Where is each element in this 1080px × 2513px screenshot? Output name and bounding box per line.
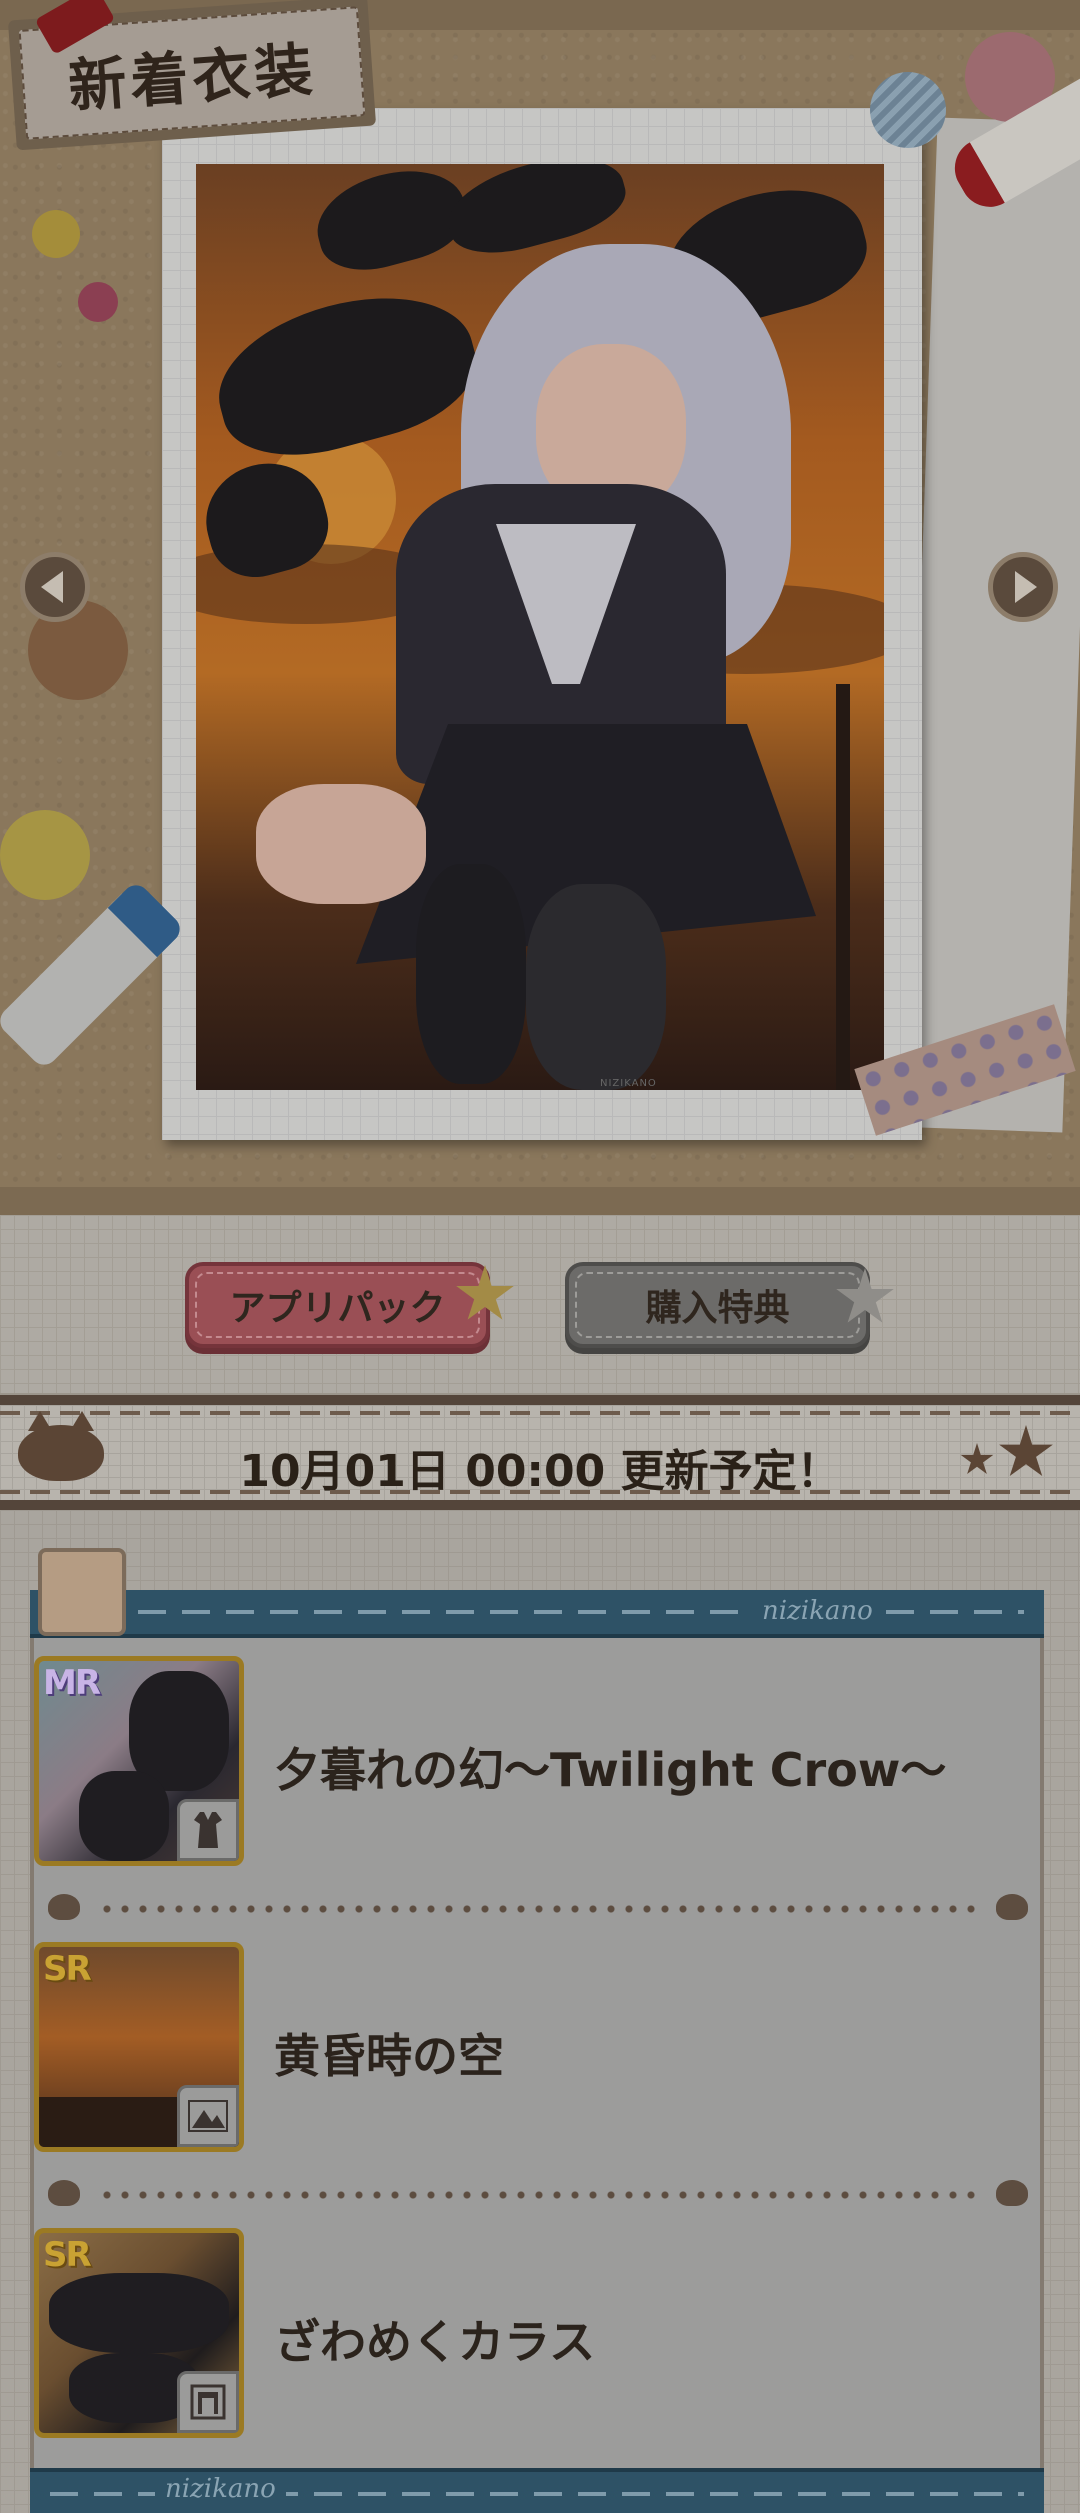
character-leg bbox=[416, 864, 526, 1084]
item-name: ざわめくカラス bbox=[274, 2315, 596, 2369]
pink-bead-decoration bbox=[78, 282, 118, 322]
rarity-badge: SR bbox=[43, 1949, 92, 1989]
binder-clip-icon bbox=[38, 1548, 126, 1636]
artwork-watermark: NIZIKANO bbox=[600, 1078, 657, 1089]
brand-logo-bottom: nizikano bbox=[155, 2474, 286, 2504]
item-thumbnail: SR bbox=[34, 2228, 244, 2438]
tab-app-pack[interactable]: アプリパック bbox=[185, 1262, 490, 1348]
duck-icon bbox=[996, 1894, 1028, 1920]
triangle-left-icon bbox=[41, 571, 63, 603]
item-name: 黄昏時の空 bbox=[274, 2029, 504, 2083]
dotted-line bbox=[98, 2191, 978, 2199]
item-thumbnail: MR bbox=[34, 1656, 244, 1866]
list-item[interactable]: SR ざわめくカラス bbox=[30, 2224, 1044, 2444]
tab-app-pack-label: アプリパック bbox=[229, 1288, 446, 1329]
dotted-divider bbox=[48, 2178, 1028, 2208]
duck-icon bbox=[48, 1894, 80, 1920]
crow-icon bbox=[202, 272, 490, 476]
list-item[interactable]: SR 黄昏時の空 bbox=[30, 1938, 1044, 2158]
list-item[interactable]: MR 夕暮れの幻〜Twilight Crow〜 bbox=[30, 1652, 1044, 1872]
character-leg bbox=[256, 784, 426, 904]
dress-icon bbox=[177, 1799, 239, 1861]
utility-pole bbox=[836, 684, 850, 1090]
duck-icon bbox=[48, 2180, 80, 2206]
cat-icon bbox=[18, 1411, 104, 1481]
panel-header bbox=[30, 1590, 1044, 1638]
character-leg bbox=[526, 884, 666, 1090]
dotted-divider bbox=[48, 1892, 1028, 1922]
rarity-badge: SR bbox=[43, 2235, 92, 2275]
frame-icon bbox=[177, 2371, 239, 2433]
tab-purchase-bonus[interactable]: 購入特典 bbox=[565, 1262, 870, 1348]
thumb-crow bbox=[49, 2273, 229, 2353]
tabs-area bbox=[0, 1215, 1080, 1393]
dotted-line bbox=[98, 1905, 978, 1913]
item-name: 夕暮れの幻〜Twilight Crow〜 bbox=[274, 1743, 947, 1797]
chick-decoration bbox=[0, 810, 90, 900]
featured-outfit-artwork[interactable] bbox=[196, 164, 884, 1090]
brand-logo-top: nizikano bbox=[752, 1596, 883, 1626]
rarity-badge: MR bbox=[43, 1663, 101, 1703]
stars-icon bbox=[960, 1425, 1060, 1485]
update-banner: 10月01日 00:00 更新予定！ bbox=[0, 1395, 1080, 1510]
star-icon bbox=[999, 1425, 1053, 1476]
item-thumbnail: SR bbox=[34, 1942, 244, 2152]
prev-arrow-button[interactable] bbox=[20, 552, 90, 622]
background-mountain-icon bbox=[177, 2085, 239, 2147]
duck-icon bbox=[996, 2180, 1028, 2206]
update-schedule-text: 10月01日 00:00 更新予定！ bbox=[239, 1446, 841, 1497]
star-icon bbox=[960, 1443, 994, 1474]
triangle-right-icon bbox=[1015, 571, 1037, 603]
next-arrow-button[interactable] bbox=[988, 552, 1058, 622]
blue-pin-decoration bbox=[870, 72, 946, 148]
page-title: 新着衣装 bbox=[66, 35, 319, 121]
thumb-figure bbox=[79, 1771, 169, 1861]
yellow-bead-decoration bbox=[32, 210, 80, 258]
tab-purchase-bonus-label: 購入特典 bbox=[645, 1288, 790, 1329]
